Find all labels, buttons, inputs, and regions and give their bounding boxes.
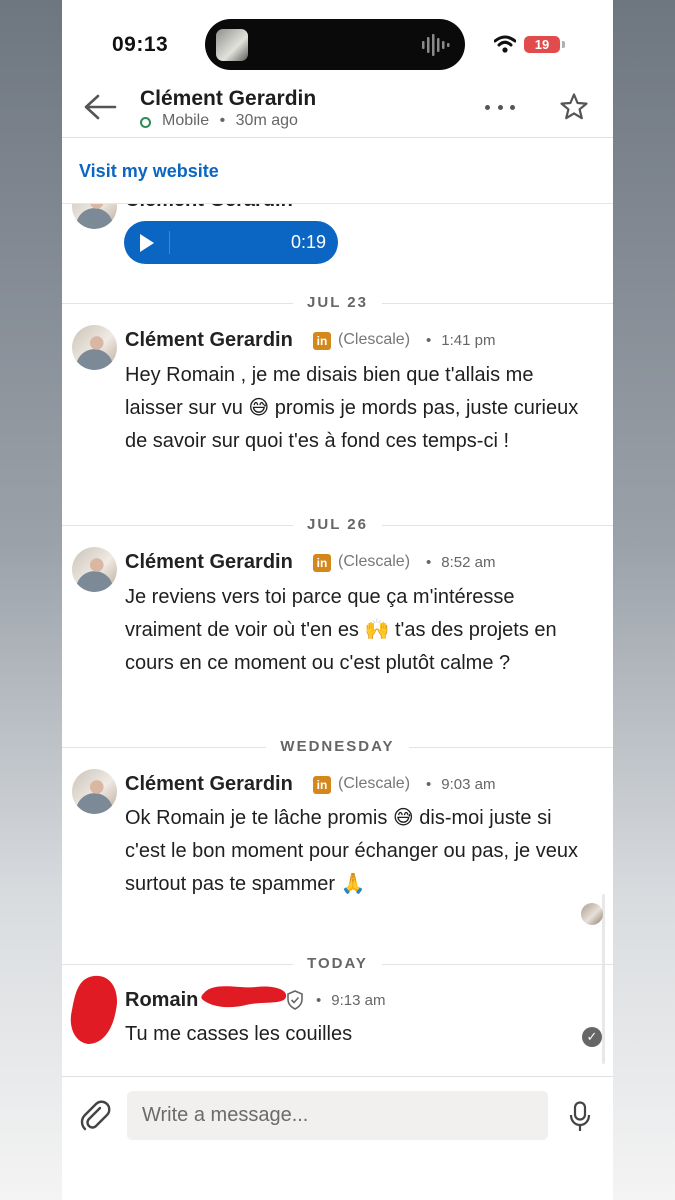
presence-status: Mobile • 30m ago (162, 112, 298, 130)
message-time: • 8:52 am (426, 554, 495, 571)
message-composer (62, 1076, 613, 1200)
message-time: • 1:41 pm (426, 332, 495, 349)
dot-icon (485, 104, 490, 110)
message-body: Je reviens vers toi parce que ça m'intér… (125, 586, 557, 674)
sender-company: (Clescale) (338, 553, 411, 570)
sender-name[interactable]: Clément Gerardin (125, 773, 293, 796)
play-icon[interactable] (140, 234, 154, 252)
sender-name[interactable]: Clément Gerardin (125, 551, 293, 574)
read-receipt-check-icon: ✓ (582, 1027, 602, 1047)
date-separator: WEDNESDAY (62, 738, 613, 755)
linkedin-premium-icon: in (313, 554, 331, 572)
message-thread: Clément Gerardin 0:19 JUL 23 Clément Ger… (62, 204, 613, 1076)
phone-screen: 09:13 19 Clément Gerardin Mobile • 30m a… (62, 0, 613, 1200)
message-time-value: 1:41 pm (441, 332, 496, 349)
message-time-value: 9:13 am (331, 992, 386, 1009)
time-separator: • (316, 992, 322, 1009)
status-bar: 09:13 19 (62, 0, 613, 80)
audio-duration: 0:19 (290, 232, 326, 252)
dot-icon (497, 104, 503, 110)
paperclip-icon[interactable] (79, 1099, 111, 1133)
online-status-icon (140, 117, 151, 128)
seen-receipt-avatar (581, 903, 603, 925)
time-separator: • (426, 332, 432, 349)
message-body: Tu me casses les couilles (125, 1023, 353, 1045)
sender-avatar[interactable] (72, 547, 117, 592)
date-separator: JUL 23 (62, 294, 613, 311)
status-time: 09:13 (112, 33, 169, 56)
date-label: JUL 26 (293, 516, 382, 533)
battery-level: 19 (524, 36, 560, 53)
conversation-header: Clément Gerardin Mobile • 30m ago (62, 80, 613, 138)
time-separator: • (426, 554, 432, 571)
thread-scrollbar[interactable] (602, 894, 605, 1064)
last-seen: 30m ago (235, 112, 298, 129)
presence-device: Mobile (162, 112, 210, 129)
wifi-icon (494, 35, 516, 53)
message-body: Ok Romain je te lâche promis 😅 dis-moi j… (125, 807, 578, 895)
message-input[interactable] (127, 1091, 548, 1140)
verified-shield-icon (287, 990, 303, 1010)
battery-tip (562, 41, 565, 48)
linkedin-premium-icon: in (313, 776, 331, 794)
message-time: • 9:03 am (426, 776, 495, 793)
dynamic-island[interactable] (205, 19, 465, 70)
date-separator: JUL 26 (62, 516, 613, 533)
date-separator: TODAY (62, 955, 613, 972)
audio-divider (169, 231, 170, 254)
sender-company: (Clescale) (338, 331, 411, 348)
redacted-avatar (70, 975, 118, 1044)
waveform-icon (422, 34, 450, 56)
date-label: JUL 23 (293, 294, 382, 311)
voice-message-player[interactable]: 0:19 (124, 221, 338, 264)
presence-separator: • (219, 112, 226, 129)
linkedin-premium-icon: in (313, 332, 331, 350)
message-body: Hey Romain , je me disais bien que t'all… (125, 364, 579, 452)
message-time: • 9:13 am (316, 992, 385, 1009)
sender-avatar[interactable] (72, 769, 117, 814)
message-time-value: 8:52 am (441, 554, 496, 571)
time-separator: • (426, 776, 432, 793)
visit-website-link[interactable]: Visit my website (79, 161, 219, 182)
star-icon[interactable] (559, 92, 589, 122)
back-arrow-icon[interactable] (82, 92, 118, 122)
more-options-button[interactable] (485, 94, 515, 120)
dot-icon (510, 104, 515, 110)
microphone-icon[interactable] (569, 1101, 591, 1133)
sender-name[interactable]: Clément Gerardin (125, 204, 293, 212)
sender-name[interactable]: Clément Gerardin (125, 329, 293, 352)
sender-avatar[interactable] (72, 204, 117, 229)
sender-company: (Clescale) (338, 775, 411, 792)
redacted-surname (201, 986, 287, 1008)
message-time-value: 9:03 am (441, 776, 496, 793)
sender-avatar[interactable] (72, 325, 117, 370)
website-banner: Visit my website (62, 138, 613, 204)
contact-name[interactable]: Clément Gerardin (140, 87, 316, 111)
now-playing-artwork (216, 29, 248, 61)
sender-name[interactable]: Romain (125, 989, 198, 1012)
date-label: WEDNESDAY (266, 738, 409, 755)
date-label: TODAY (293, 955, 382, 972)
